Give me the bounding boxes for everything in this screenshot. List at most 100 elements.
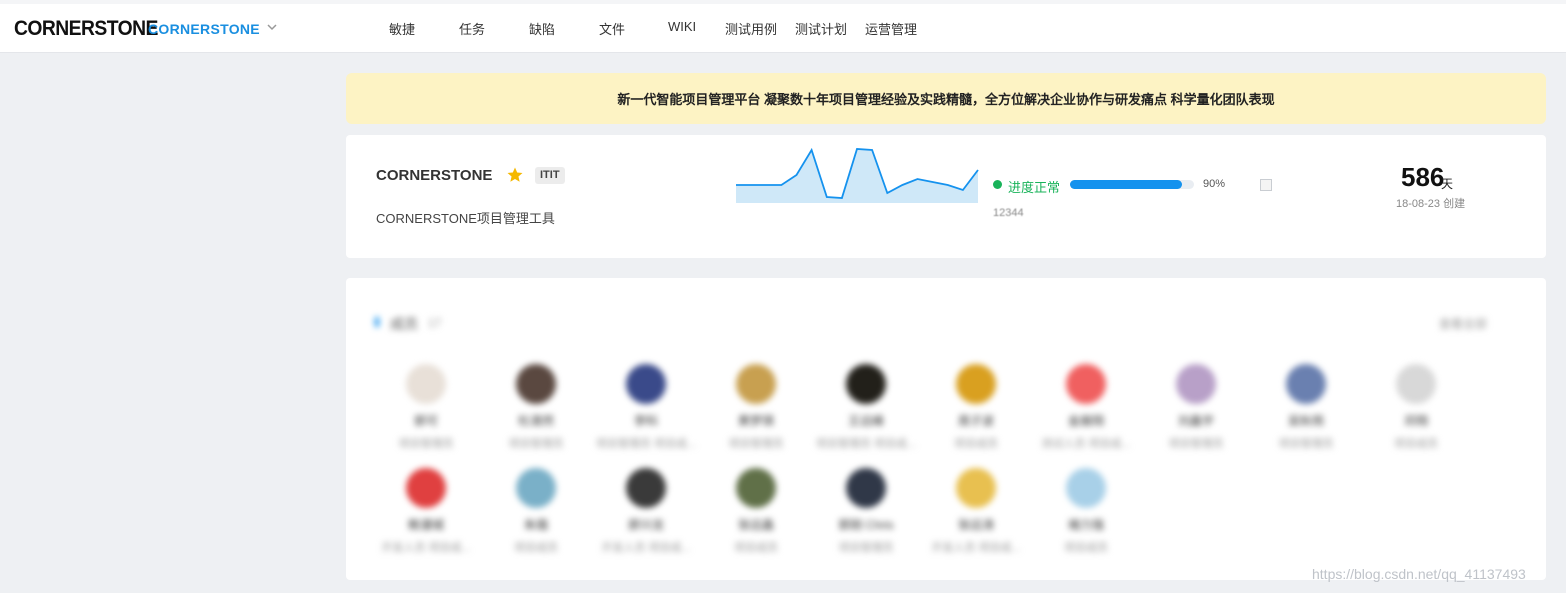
member-role: 项目管理员 项目成... — [595, 438, 697, 450]
status-text: 进度正常 — [1008, 180, 1061, 195]
member-name: 朱璐 — [523, 518, 548, 532]
days-count: 586 — [1401, 162, 1445, 192]
member-name: 金展翔 — [1067, 414, 1104, 428]
progress-bar — [1070, 180, 1194, 189]
created-date: 18-08-23 创建 — [1396, 198, 1466, 210]
nav-item-defects[interactable]: 缺陷 — [529, 19, 555, 38]
avatar — [516, 468, 556, 508]
member-role: 项目管理员 — [398, 438, 454, 450]
nav-item-test-plans[interactable]: 测试计划 — [795, 19, 847, 38]
avatar — [1066, 364, 1106, 404]
star-icon[interactable] — [506, 166, 524, 184]
avatar — [626, 364, 666, 404]
member-role: 项目成员 — [1394, 438, 1438, 450]
section-accent-bar — [375, 317, 379, 327]
member-item[interactable]: 鲍漫城开发人员 项目成... — [371, 468, 481, 555]
member-name: 黄梦琪 — [737, 414, 774, 428]
member-name: 杜清然 — [517, 414, 554, 428]
members-card: 成员 17 查看全部 郭可 项目管理员 杜清然 项目管理员 李科 项目管理员 项目成...… — [346, 278, 1546, 580]
watermark: https://blog.csdn.net/qq_41137493 — [1312, 566, 1526, 582]
member-item[interactable]: 金展翔测试人员 项目成... — [1031, 364, 1141, 451]
member-item[interactable]: 朱璐 项目成员 — [481, 468, 591, 555]
member-role: 项目管理员 — [508, 438, 564, 450]
member-item[interactable]: 褚力强 项目成员 — [1031, 468, 1141, 555]
member-name: 邓翔 — [1403, 414, 1428, 428]
avatar — [956, 468, 996, 508]
member-item[interactable]: 郭可 项目管理员 — [371, 364, 481, 451]
avatar — [626, 468, 666, 508]
member-item[interactable]: 杜清然 项目管理员 — [481, 364, 591, 451]
member-item[interactable]: 黄梦琪 项目管理员 — [701, 364, 811, 451]
status-dot-icon — [993, 180, 1002, 189]
progress-percent: 90% — [1203, 178, 1226, 190]
member-name: 郭可 — [413, 414, 438, 428]
member-item[interactable]: 王远峰项目管理员 项目成... — [811, 364, 921, 451]
promo-banner: 新一代智能项目管理平台 凝聚数十年项目管理经验及实践精髓，全方位解决企业协作与研… — [346, 73, 1546, 124]
avatar — [406, 468, 446, 508]
nav-item-test-cases[interactable]: 测试用例 — [725, 19, 777, 38]
member-role: 项目管理员 项目成... — [815, 438, 917, 450]
activity-sparkline — [736, 147, 979, 203]
member-name: 刘鑫宇 — [1177, 414, 1214, 428]
nav-item-wiki[interactable]: WIKI — [668, 19, 696, 34]
member-item[interactable]: 邓翔 项目成员 — [1361, 364, 1471, 451]
member-name: 张远涛 — [957, 518, 994, 532]
avatar — [1396, 364, 1436, 404]
member-item[interactable]: 郭刚 Chris 项目管理员 — [811, 468, 921, 555]
avatar — [1286, 364, 1326, 404]
project-name[interactable]: CORNERSTONE — [376, 167, 492, 184]
progress-fill — [1070, 180, 1182, 189]
member-item[interactable]: 廖兴龙开发人员 项目成... — [591, 468, 701, 555]
nav-item-operations[interactable]: 运营管理 — [865, 19, 917, 38]
project-description: CORNERSTONE项目管理工具 — [376, 211, 555, 226]
avatar — [846, 468, 886, 508]
member-role: 项目管理员 — [1278, 438, 1334, 450]
member-role: 测试人员 项目成... — [1041, 438, 1131, 450]
member-role: 项目成员 — [514, 542, 558, 554]
member-role: 项目管理员 — [1168, 438, 1224, 450]
member-name: 郭刚 Chris — [838, 518, 894, 532]
member-name: 周子波 — [957, 414, 994, 428]
sidebar — [0, 54, 340, 593]
member-role: 开发人员 项目成... — [601, 542, 691, 554]
member-role: 开发人员 项目成... — [381, 542, 471, 554]
member-role: 项目管理员 — [838, 542, 894, 554]
avatar — [956, 364, 996, 404]
avatar — [736, 468, 776, 508]
member-name: 吴秋雨 — [1287, 414, 1324, 428]
members-count: 17 — [428, 316, 442, 330]
avatar — [1066, 468, 1106, 508]
member-role: 项目成员 — [734, 542, 778, 554]
nav-item-agile[interactable]: 敏捷 — [389, 19, 415, 38]
member-item[interactable]: 刘鑫宇 项目管理员 — [1141, 364, 1251, 451]
member-item[interactable]: 吴秋雨 项目管理员 — [1251, 364, 1361, 451]
members-title: 成员 — [390, 316, 418, 332]
nav-item-tasks[interactable]: 任务 — [459, 19, 485, 38]
project-switcher[interactable]: CORNERSTONE — [148, 21, 260, 37]
member-role: 开发人员 项目成... — [931, 542, 1021, 554]
avatar — [846, 364, 886, 404]
member-item[interactable]: 李科 项目管理员 项目成... — [591, 364, 701, 451]
sparkline-area — [736, 149, 978, 203]
view-all-link[interactable]: 查看全部 — [1439, 315, 1487, 332]
logo[interactable]: CORNERSTONE — [14, 17, 158, 41]
avatar — [516, 364, 556, 404]
member-item[interactable]: 张远鑫 项目成员 — [701, 468, 811, 555]
member-item[interactable]: 周子波 项目成员 — [921, 364, 1031, 451]
member-name: 王远峰 — [847, 414, 884, 428]
project-tag: ITIT — [535, 167, 565, 184]
project-overview-card: CORNERSTONE ITIT CORNERSTONE项目管理工具 进度正常 … — [346, 135, 1546, 258]
member-name: 张远鑫 — [737, 518, 774, 532]
member-role: 项目成员 — [954, 438, 998, 450]
chevron-down-icon[interactable] — [266, 21, 278, 33]
top-bar: CORNERSTONE CORNERSTONE 敏捷 任务 缺陷 文件 WIKI… — [0, 0, 1566, 53]
avatar — [736, 364, 776, 404]
member-item[interactable]: 张远涛开发人员 项目成... — [921, 468, 1031, 555]
calendar-icon[interactable] — [1260, 179, 1272, 191]
member-role: 项目管理员 — [728, 438, 784, 450]
member-name: 鲍漫城 — [407, 518, 444, 532]
member-name: 廖兴龙 — [627, 518, 664, 532]
avatar — [406, 364, 446, 404]
nav-item-files[interactable]: 文件 — [599, 19, 625, 38]
member-role: 项目成员 — [1064, 542, 1108, 554]
